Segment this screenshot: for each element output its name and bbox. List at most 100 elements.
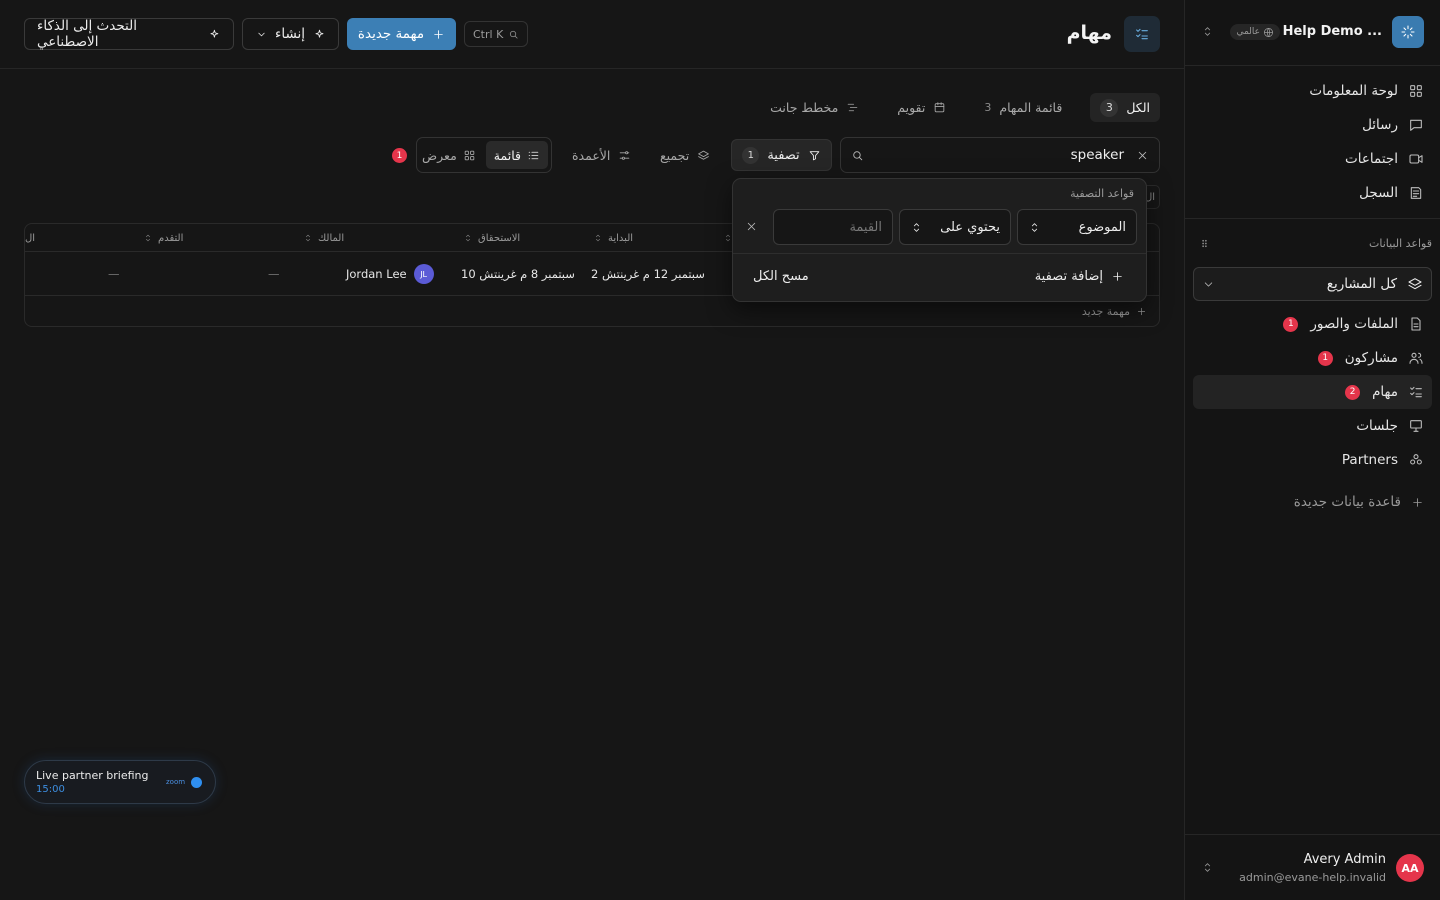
list-view-label: قائمة [493, 147, 521, 163]
search-icon [853, 150, 863, 160]
new-task-label: مهمة جديدة [357, 26, 425, 42]
workspace-header[interactable]: Help Demo ... عالمي [1185, 0, 1440, 66]
add-filter-button[interactable]: إضافة تصفية [1035, 269, 1124, 284]
layout-switch: قائمة معرض [416, 137, 552, 173]
filter-field-label: الموضوع [1078, 219, 1126, 235]
column-header-start[interactable]: البداية [593, 224, 633, 252]
create-dropdown-button[interactable]: إنشاء [242, 18, 339, 50]
all-projects-select[interactable]: كل المشاريع [1193, 267, 1432, 301]
workspace-switch-icon[interactable] [1201, 24, 1214, 39]
filter-rules-title: قواعد التصفية [1070, 187, 1134, 200]
column-header-due[interactable]: الاستحقاق [463, 224, 520, 252]
workspace-name: Help Demo ... [1282, 24, 1382, 39]
user-name: Avery Admin [1303, 852, 1386, 867]
tab-gantt[interactable]: مخطط جانت [760, 93, 869, 122]
tab-calendar[interactable]: تقويم [887, 93, 956, 122]
database-item-sessions[interactable]: جلسات [1193, 409, 1432, 443]
add-row-label: مهمة جديد [1081, 304, 1130, 318]
layers-icon [698, 150, 710, 160]
filter-popover: قواعد التصفية الموضوع يحتوي على القيمة إ… [732, 178, 1147, 302]
database-item-tasks[interactable]: مهام 2 [1193, 375, 1432, 409]
list-icon [528, 151, 539, 159]
plus-icon [1413, 497, 1422, 507]
tab-label: الكل [1126, 100, 1150, 115]
alert-badge[interactable]: 1 [392, 148, 407, 163]
search-icon [510, 30, 518, 39]
filter-operator-select[interactable]: يحتوي على [899, 209, 1011, 245]
nav-label: السجل [1359, 185, 1398, 201]
calendar-icon [935, 102, 945, 113]
drag-handle-icon[interactable] [1199, 238, 1210, 249]
database-item-label: Partners [1341, 452, 1398, 468]
talk-to-ai-button[interactable]: التحدث إلى الذكاء الاصطناعي [24, 18, 234, 50]
remove-filter-icon[interactable] [745, 219, 758, 234]
nav-log[interactable]: السجل [1193, 176, 1432, 210]
sort-icon [306, 234, 310, 242]
search-field[interactable]: speaker [840, 137, 1160, 173]
tab-task-list[interactable]: قائمة المهام 3 [974, 93, 1072, 122]
sidebar: Help Demo ... عالمي لوحة المعلومات رسائل… [1184, 0, 1440, 900]
nav-label: اجتماعات [1345, 151, 1398, 167]
filter-button[interactable]: تصفية 1 [731, 139, 832, 171]
databases-heading: قواعد البيانات [1185, 223, 1440, 263]
nav-meetings[interactable]: اجتماعات [1193, 142, 1432, 176]
checklist-icon [1124, 16, 1160, 52]
column-header-extra[interactable]: ال [25, 224, 35, 252]
nav-label: رسائل [1362, 117, 1398, 133]
column-header-owner[interactable]: المالك [303, 224, 344, 252]
workspace-scope-label: عالمي [1236, 27, 1260, 37]
database-item-label: مشاركون [1344, 350, 1398, 366]
columns-button[interactable]: الأعمدة [572, 139, 631, 171]
log-icon [1410, 187, 1422, 199]
filter-field-select[interactable]: الموضوع [1017, 209, 1137, 245]
column-header-progress[interactable]: التقدم [143, 224, 183, 252]
live-indicator-dot [191, 777, 202, 788]
sort-icon [146, 234, 150, 242]
new-database-button[interactable]: قاعدة بيانات جديدة [1185, 483, 1440, 521]
columns-label: الأعمدة [572, 147, 611, 163]
avatar: JL [413, 264, 434, 284]
user-menu[interactable]: AA Avery Admin admin@evane-help.invalid [1185, 834, 1440, 900]
tab-all[interactable]: الكل 3 [1090, 93, 1160, 122]
database-item-label: مهام [1372, 384, 1398, 400]
new-database-label: قاعدة بيانات جديدة [1293, 494, 1401, 510]
layers-icon [1408, 278, 1422, 290]
workspace-scope-badge: عالمي [1230, 24, 1280, 40]
create-label: إنشاء [274, 26, 305, 42]
sort-icon [466, 234, 470, 242]
new-task-button[interactable]: مهمة جديدة [347, 18, 456, 50]
nav-dashboard[interactable]: لوحة المعلومات [1193, 74, 1432, 108]
group-button[interactable]: تجميع [660, 139, 710, 171]
database-item-partners[interactable]: Partners [1193, 443, 1432, 477]
select-arrows-icon [1031, 222, 1038, 232]
live-meeting-pill[interactable]: Live partner briefing 15:00 zoom [24, 760, 216, 804]
nav-label: لوحة المعلومات [1309, 83, 1398, 99]
cell-due: 10 سبتمبر 8 م غرينتش [461, 267, 575, 281]
database-item-files[interactable]: الملفات والصور 1 [1193, 307, 1432, 341]
column-label: التقدم [158, 232, 184, 244]
filter-value-input[interactable]: القيمة [773, 209, 893, 245]
clear-search-icon[interactable] [1136, 149, 1149, 162]
nav-messages[interactable]: رسائل [1193, 108, 1432, 142]
filter-count-badge: 1 [742, 146, 760, 164]
workspace-logo-icon [1392, 16, 1424, 48]
list-view-button[interactable]: قائمة [485, 141, 548, 169]
main-content: مهام Ctrl K مهمة جديدة إنشاء التحدث إلى … [0, 0, 1184, 900]
user-switch-icon[interactable] [1201, 860, 1214, 875]
plus-icon [434, 29, 443, 39]
clear-all-button[interactable]: مسح الكل [753, 269, 809, 284]
all-projects-label: كل المشاريع [1326, 276, 1397, 292]
command-search-button[interactable]: Ctrl K [464, 21, 529, 47]
owner-chip: JL Jordan Lee [346, 264, 434, 284]
file-icon [1411, 317, 1421, 331]
tab-label: قائمة المهام [999, 100, 1063, 115]
divider [733, 253, 1146, 254]
sparkle-icon [315, 29, 324, 38]
plus-icon [1137, 307, 1146, 315]
search-input[interactable]: speaker [872, 147, 1128, 163]
user-email: admin@evane-help.invalid [1239, 871, 1386, 884]
cell-owner: JL Jordan Lee [346, 252, 434, 296]
tab-label: مخطط جانت [770, 100, 839, 115]
database-item-participants[interactable]: مشاركون 1 [1193, 341, 1432, 375]
gallery-view-button[interactable]: معرض [414, 141, 484, 169]
